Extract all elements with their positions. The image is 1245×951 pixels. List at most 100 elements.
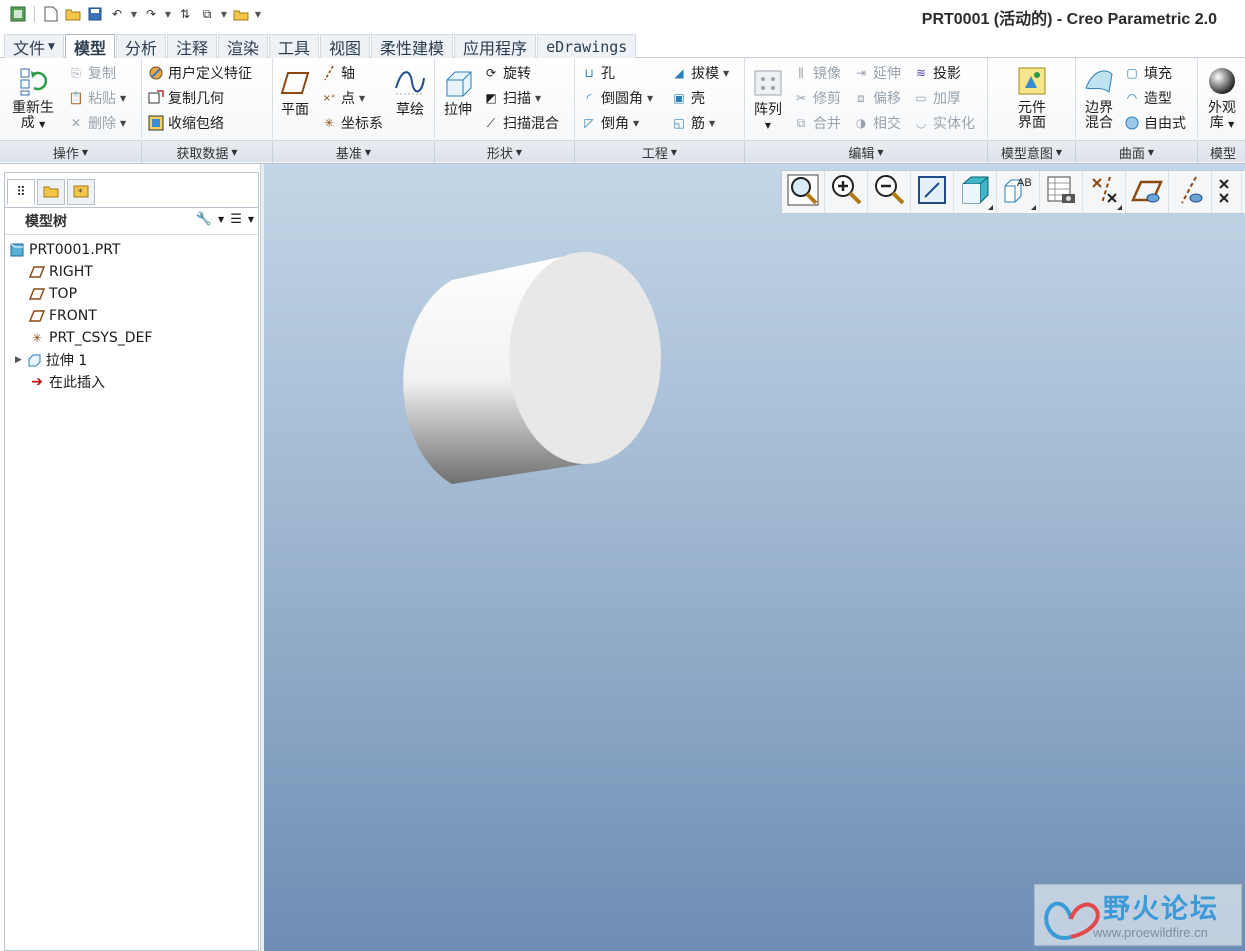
group-label-model-intent[interactable]: 模型意图 ▼ bbox=[988, 141, 1076, 163]
tab-view[interactable]: 视图 bbox=[320, 34, 371, 58]
cylinder-model[interactable] bbox=[264, 164, 1245, 951]
revolve-button[interactable]: ⟳ 旋转 bbox=[483, 62, 531, 84]
redo-dropdown-icon[interactable]: ▼ bbox=[163, 10, 173, 19]
axis-display-button[interactable] bbox=[1169, 171, 1212, 213]
swept-blend-button[interactable]: ⟋ 扫描混合 bbox=[483, 112, 559, 134]
tree-settings-icon[interactable]: 🔧 bbox=[196, 212, 212, 227]
group-label-appearance[interactable]: 模型 bbox=[1198, 141, 1245, 163]
extrude-button[interactable]: 拉伸 bbox=[441, 66, 475, 118]
style-button[interactable]: ◠ 造型 bbox=[1124, 87, 1172, 109]
fill-button[interactable]: ▢ 填充 bbox=[1124, 62, 1172, 84]
tab-render[interactable]: 渲染 bbox=[217, 34, 268, 58]
csys-button[interactable]: ✳ 坐标系 bbox=[321, 112, 383, 134]
tree-show-dropdown-icon[interactable]: ▼ bbox=[248, 215, 254, 224]
axis-button[interactable]: 轴 bbox=[321, 62, 355, 84]
view-manager-button[interactable] bbox=[1040, 171, 1083, 213]
intersect-button[interactable]: ◑ 相交 bbox=[853, 112, 901, 134]
tab-model[interactable]: 模型 bbox=[64, 34, 115, 59]
offset-button[interactable]: ⧈ 偏移 bbox=[853, 87, 901, 109]
tree-node-part[interactable]: PRT0001.PRT bbox=[9, 239, 121, 261]
tab-edrawings[interactable]: eDrawings bbox=[537, 34, 637, 58]
tree-node-csys[interactable]: ✳ PRT_CSYS_DEF bbox=[29, 327, 153, 349]
appearance-library-button[interactable]: 外观 库 ▼ bbox=[1202, 64, 1242, 132]
trim-button[interactable]: ✂ 修剪 bbox=[793, 87, 841, 109]
project-button[interactable]: ≋ 投影 bbox=[913, 62, 961, 84]
tab-annotate[interactable]: 注释 bbox=[166, 34, 217, 58]
saved-views-button[interactable]: AB bbox=[997, 171, 1040, 213]
tab-tools[interactable]: 工具 bbox=[269, 34, 320, 58]
save-icon[interactable] bbox=[85, 4, 105, 24]
expand-arrow-icon[interactable]: ▶ bbox=[15, 355, 22, 365]
open-folder-icon[interactable] bbox=[63, 4, 83, 24]
undo-icon[interactable]: ↶ bbox=[107, 4, 127, 24]
sweep-button[interactable]: ◩ 扫描 ▼ bbox=[483, 87, 541, 109]
shell-button[interactable]: ▣ 壳 bbox=[671, 87, 705, 109]
copy-button[interactable]: ⎘ 复制 bbox=[68, 62, 116, 84]
hole-button[interactable]: ⊔ 孔 bbox=[581, 62, 615, 84]
tree-settings-dropdown-icon[interactable]: ▼ bbox=[218, 215, 224, 224]
customize-qat-icon[interactable]: ▼ bbox=[253, 10, 263, 19]
copy-geometry-button[interactable]: 复制几何 bbox=[148, 87, 224, 109]
tree-node-right[interactable]: RIGHT bbox=[29, 261, 93, 283]
boundary-blend-button[interactable]: 边界 混合 bbox=[1080, 64, 1118, 131]
tree-show-icon[interactable]: ☰ bbox=[230, 212, 242, 227]
point-button[interactable]: ×ˣ 点 ▼ bbox=[321, 87, 366, 109]
shrinkwrap-button[interactable]: 收缩包络 bbox=[148, 112, 224, 134]
tree-node-insert-here[interactable]: ➔ 在此插入 bbox=[29, 371, 105, 393]
pattern-button[interactable]: 阵列 ▼ bbox=[751, 66, 785, 133]
merge-button[interactable]: ⧉ 合并 bbox=[793, 112, 841, 134]
sketch-button[interactable]: 草绘 bbox=[393, 66, 427, 118]
zoom-out-button[interactable] bbox=[868, 171, 911, 213]
redo-icon[interactable]: ↷ bbox=[141, 4, 161, 24]
tree-node-top[interactable]: TOP bbox=[29, 283, 77, 305]
group-label-shapes[interactable]: 形状 ▼ bbox=[435, 141, 575, 163]
tab-applications[interactable]: 应用程序 bbox=[454, 34, 537, 58]
draft-button[interactable]: ◢ 拔模 ▼ bbox=[671, 62, 729, 84]
group-label-operations[interactable]: 操作 ▼ bbox=[0, 141, 142, 163]
windows-icon[interactable]: ⧉ bbox=[197, 4, 217, 24]
group-label-datum[interactable]: 基准 ▼ bbox=[273, 141, 435, 163]
tab-model-tree[interactable]: ⠿ bbox=[7, 179, 35, 205]
tab-analysis[interactable]: 分析 bbox=[115, 34, 166, 58]
plane-display-button[interactable] bbox=[1126, 171, 1169, 213]
udf-button[interactable]: 用户定义特征 bbox=[148, 62, 252, 84]
group-label-engineering[interactable]: 工程 ▼ bbox=[575, 141, 745, 163]
display-style-button[interactable] bbox=[954, 171, 997, 213]
chamfer-button[interactable]: ◸ 倒角 ▼ bbox=[581, 112, 639, 134]
undo-dropdown-icon[interactable]: ▼ bbox=[129, 10, 139, 19]
group-datum: 平面 轴 ×ˣ 点 ▼ ✳ 坐标系 草绘 bbox=[273, 58, 435, 138]
tab-flexible-modeling[interactable]: 柔性建模 bbox=[371, 34, 454, 58]
graphics-viewport[interactable]: AB 野火论坛 www.proewildfire.cn bbox=[264, 164, 1245, 951]
delete-button[interactable]: ✕ 删除 ▼ bbox=[68, 112, 126, 134]
navigator-tabs: ⠿ * bbox=[7, 179, 95, 205]
tab-favorites[interactable]: * bbox=[67, 179, 95, 205]
plane-button[interactable]: 平面 bbox=[279, 66, 311, 118]
group-label-surfaces[interactable]: 曲面 ▼ bbox=[1076, 141, 1198, 163]
paste-button[interactable]: 📋 粘贴 ▼ bbox=[68, 87, 127, 109]
round-button[interactable]: ◜ 倒圆角 ▼ bbox=[581, 87, 653, 109]
tree-node-front[interactable]: FRONT bbox=[29, 305, 97, 327]
rib-button[interactable]: ◱ 筋 ▼ bbox=[671, 112, 715, 134]
tree-node-extrude[interactable]: ▶ 拉伸 1 bbox=[15, 349, 87, 371]
app-icon[interactable] bbox=[8, 4, 28, 24]
group-label-get-data[interactable]: 获取数据 ▼ bbox=[142, 141, 273, 163]
new-file-icon[interactable] bbox=[41, 4, 61, 24]
component-interface-button[interactable]: 元件 界面 bbox=[1010, 64, 1054, 131]
tab-folder-browser[interactable] bbox=[37, 179, 65, 205]
zoom-in-button[interactable] bbox=[825, 171, 868, 213]
windows-dropdown-icon[interactable]: ▼ bbox=[219, 10, 229, 19]
regenerate-small-icon[interactable]: ⇅ bbox=[175, 4, 195, 24]
group-label-editing[interactable]: 编辑 ▼ bbox=[745, 141, 988, 163]
thicken-button[interactable]: ▭ 加厚 bbox=[913, 87, 961, 109]
mirror-button[interactable]: ⫼ 镜像 bbox=[793, 62, 841, 84]
freestyle-button[interactable]: 自由式 bbox=[1124, 112, 1186, 134]
regenerate-button[interactable]: 重新生 成 ▼ bbox=[8, 64, 58, 132]
close-window-icon[interactable] bbox=[231, 4, 251, 24]
solidify-button[interactable]: ◡ 实体化 bbox=[913, 112, 975, 134]
datum-display-filter-button[interactable] bbox=[1083, 171, 1126, 213]
tab-file[interactable]: 文件 ▼ bbox=[4, 34, 64, 58]
extend-button[interactable]: ⇥ 延伸 bbox=[853, 62, 901, 84]
refit-button[interactable] bbox=[782, 171, 825, 213]
repaint-button[interactable] bbox=[911, 171, 954, 213]
point-display-button[interactable] bbox=[1212, 171, 1242, 213]
